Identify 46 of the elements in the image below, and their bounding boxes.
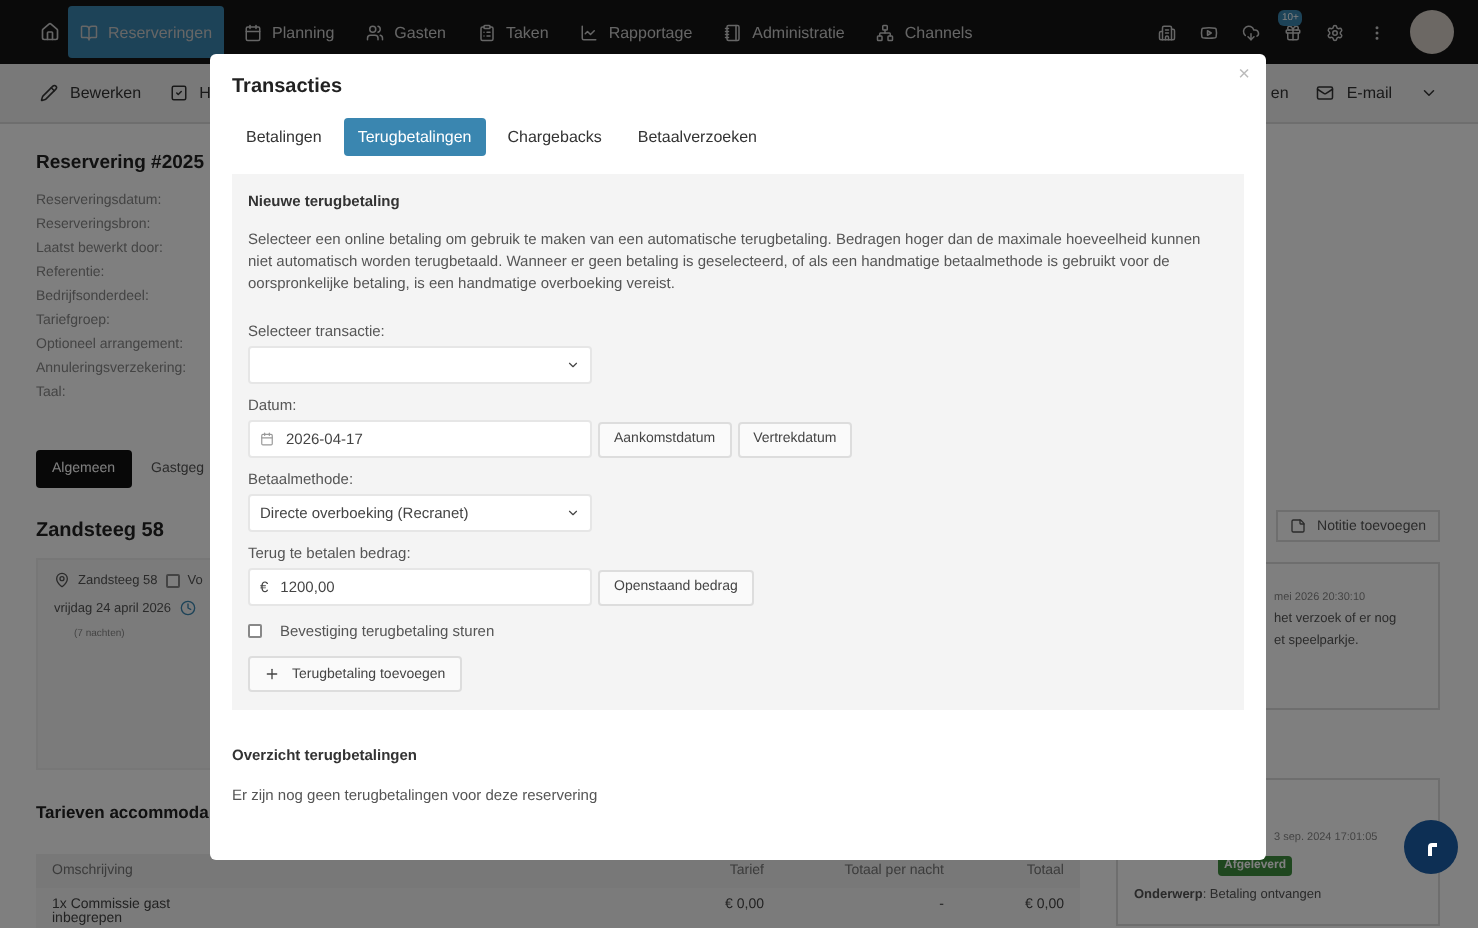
reservation-title: Reservering #2025 — [36, 152, 204, 174]
nav-item[interactable]: Gasten — [354, 6, 458, 58]
toolbar-button[interactable]: H — [169, 84, 211, 102]
nav-item[interactable]: Channels — [864, 6, 985, 58]
nav-item[interactable]: Taken — [465, 6, 561, 58]
nav-icon — [477, 23, 496, 41]
settings-icon[interactable] — [1326, 23, 1344, 41]
cloud-download-icon[interactable] — [1242, 23, 1260, 41]
section-title: Tarieven accommoda — [36, 802, 209, 822]
tab[interactable]: Betaalverzoeken — [623, 118, 771, 156]
chevron-icon — [566, 506, 580, 520]
toolbar-button[interactable]: E-mail — [1316, 84, 1392, 102]
gift-icon[interactable] — [1284, 23, 1302, 41]
nav-item[interactable]: Rapportage — [568, 6, 705, 58]
dialog-title: Transacties — [232, 76, 345, 98]
nav-icon — [366, 23, 385, 41]
clock-icon — [179, 600, 196, 616]
nav-icon — [244, 23, 263, 41]
note-icon — [1289, 518, 1306, 534]
nav-icon — [876, 23, 895, 41]
tab[interactable]: Chargebacks — [493, 118, 616, 156]
nav-icon — [580, 23, 599, 41]
tab[interactable]: Betalingen — [232, 118, 336, 156]
video-icon[interactable] — [1200, 23, 1218, 41]
chat-button[interactable] — [1404, 820, 1458, 874]
checkbox[interactable] — [165, 573, 180, 587]
pin-icon — [54, 572, 70, 588]
toolbar-icon — [1316, 84, 1335, 102]
calendar-icon — [260, 432, 274, 446]
toolbar-button[interactable]: en — [1270, 84, 1289, 102]
building-icon[interactable] — [1158, 23, 1176, 41]
nav-item[interactable]: Administratie — [712, 6, 857, 58]
nav-icon — [724, 23, 743, 41]
toolbar-button[interactable]: Bewerken — [40, 84, 142, 102]
toolbar-icon — [40, 84, 58, 102]
plus-icon — [264, 666, 280, 682]
checkbox[interactable] — [248, 624, 262, 638]
avatar — [1410, 10, 1454, 54]
nav-item[interactable]: Planning — [232, 6, 347, 58]
caret-icon[interactable] — [1420, 84, 1438, 102]
chevron-icon — [566, 358, 580, 372]
home-icon[interactable] — [40, 22, 60, 42]
tab[interactable]: Terugbetalingen — [343, 118, 486, 156]
unit-title: Zandsteeg 58 — [36, 520, 164, 542]
toolbar-icon — [169, 84, 188, 102]
nav-icon — [80, 23, 98, 41]
